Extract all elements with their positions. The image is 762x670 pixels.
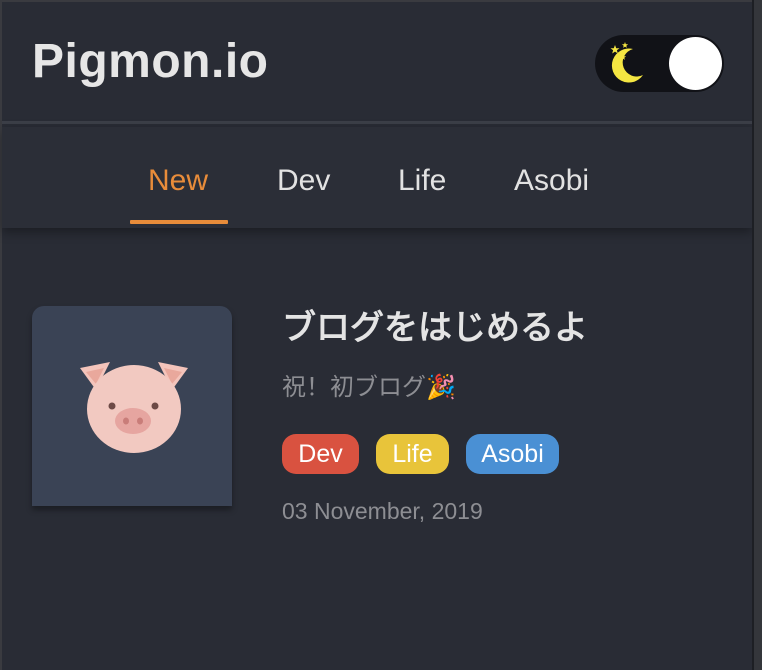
tag-asobi[interactable]: Asobi — [466, 434, 559, 474]
category-nav: New Dev Life Asobi — [2, 127, 752, 228]
tab-life[interactable]: Life — [398, 163, 446, 199]
app-root: Pigmon.io New Dev Life Asobi ブログをはじめるよ 祝… — [0, 0, 752, 670]
active-tab-indicator — [130, 220, 228, 224]
post-thumbnail[interactable] — [32, 306, 232, 506]
window-edge — [752, 0, 762, 670]
pig-icon — [80, 362, 188, 453]
tag-life[interactable]: Life — [376, 434, 449, 474]
tab-new[interactable]: New — [148, 163, 208, 199]
post-description: 祝！初ブログ🎉 — [282, 374, 456, 401]
toggle-knob[interactable] — [669, 37, 722, 90]
site-header: Pigmon.io — [2, 0, 752, 124]
post-card[interactable]: ブログをはじめるよ 祝！初ブログ🎉 Dev Life Asobi 03 Nove… — [32, 306, 712, 546]
tag-dev[interactable]: Dev — [282, 434, 359, 474]
moon-stars-icon — [610, 42, 643, 83]
post-date: 03 November, 2019 — [282, 498, 483, 524]
post-title[interactable]: ブログをはじめるよ — [282, 306, 588, 350]
theme-toggle[interactable] — [595, 35, 724, 92]
tab-dev[interactable]: Dev — [277, 163, 330, 199]
site-title[interactable]: Pigmon.io — [32, 34, 268, 90]
tab-asobi[interactable]: Asobi — [514, 163, 589, 199]
